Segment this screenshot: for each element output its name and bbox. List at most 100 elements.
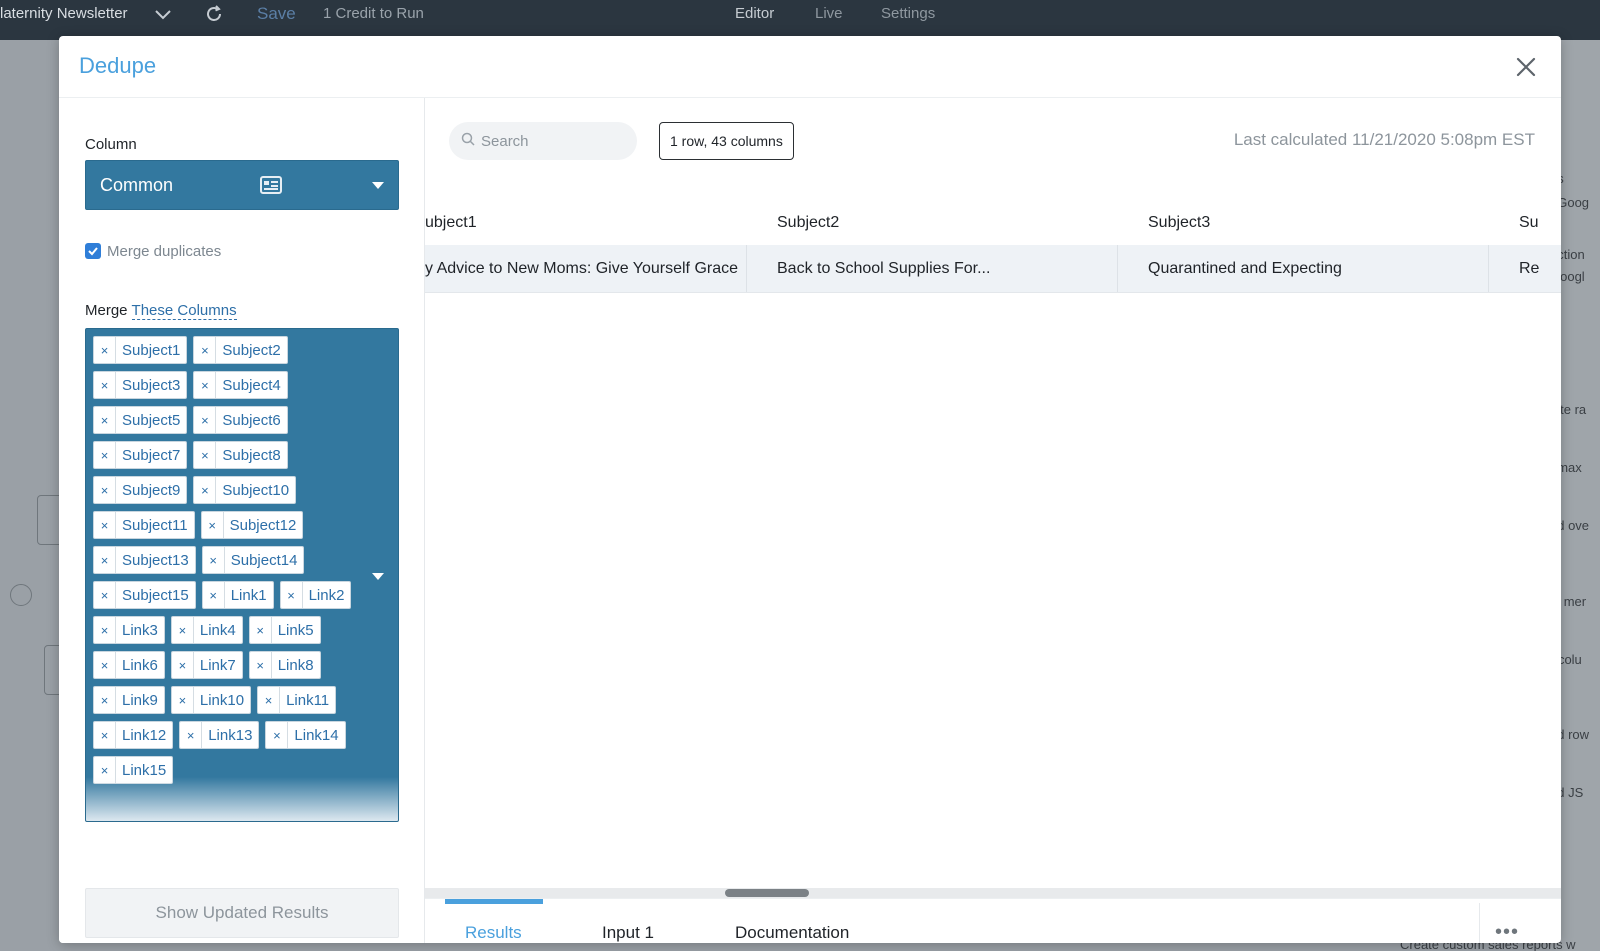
table-row[interactable]: y Advice to New Moms: Give Yourself Grac… <box>425 245 1561 293</box>
remove-tag-icon[interactable]: × <box>194 337 217 363</box>
column-header[interactable]: Su <box>1519 201 1561 245</box>
tag-label: Link8 <box>277 656 314 674</box>
remove-tag-icon[interactable]: × <box>258 687 281 713</box>
chevron-down-icon[interactable] <box>372 573 384 580</box>
save-button[interactable]: Save <box>257 0 296 28</box>
remove-tag-icon[interactable]: × <box>172 687 194 713</box>
column-tag: × Subject13 <box>93 546 196 574</box>
tag-label: Subject15 <box>122 586 189 604</box>
tag-label: Subject9 <box>122 481 181 499</box>
tag-label: Link3 <box>122 621 158 639</box>
these-columns-link[interactable]: These Columns <box>131 302 237 320</box>
column-header[interactable]: ubject1 <box>425 201 745 245</box>
column-tag: × Subject10 <box>193 476 297 504</box>
remove-tag-icon[interactable]: × <box>194 407 217 433</box>
remove-tag-icon[interactable]: × <box>281 582 303 608</box>
tag-label: Link6 <box>122 656 158 674</box>
active-tab-indicator <box>445 899 543 904</box>
tag-label: Subject2 <box>222 341 281 359</box>
refresh-icon[interactable] <box>204 4 224 34</box>
remove-tag-icon[interactable]: × <box>172 617 194 643</box>
tag-label: Link15 <box>122 761 167 779</box>
tag-label: Link13 <box>208 726 253 744</box>
column-tag: × Link11 <box>257 686 337 714</box>
chevron-down-icon[interactable] <box>153 4 173 34</box>
remove-tag-icon[interactable]: × <box>94 617 116 643</box>
remove-tag-icon[interactable]: × <box>94 547 116 573</box>
remove-tag-icon[interactable]: × <box>94 687 116 713</box>
remove-tag-icon[interactable]: × <box>266 722 289 748</box>
tab-settings[interactable]: Settings <box>881 0 935 28</box>
show-updated-results-button[interactable]: Show Updated Results <box>85 888 399 938</box>
remove-tag-icon[interactable]: × <box>94 337 116 363</box>
column-tag: × Link8 <box>248 651 321 679</box>
remove-tag-icon[interactable]: × <box>202 512 224 538</box>
results-panel: 1 row, 43 columns Last calculated 11/21/… <box>425 98 1561 943</box>
remove-tag-icon[interactable]: × <box>250 652 272 678</box>
column-header[interactable]: Subject3 <box>1148 201 1488 245</box>
column-tag: × Subject14 <box>201 546 305 574</box>
remove-tag-icon[interactable]: × <box>94 512 116 538</box>
tab-documentation[interactable]: Documentation <box>735 923 849 943</box>
merge-duplicates-checkbox[interactable] <box>85 243 101 259</box>
remove-tag-icon[interactable]: × <box>203 547 225 573</box>
remove-tag-icon[interactable]: × <box>94 477 116 503</box>
column-tag: × Link9 <box>93 686 165 714</box>
tag-label: Subject8 <box>222 446 281 464</box>
horizontal-scrollbar[interactable] <box>425 888 1561 898</box>
table-cell: Quarantined and Expecting <box>1118 245 1489 292</box>
modal-title: Dedupe <box>79 53 157 78</box>
column-tag: × Subject9 <box>93 476 188 504</box>
tag-label: Subject6 <box>222 411 281 429</box>
column-tag: × Subject3 <box>93 371 188 399</box>
column-tag: × Subject15 <box>93 581 196 609</box>
table-cell: y Advice to New Moms: Give Yourself Grac… <box>425 245 747 292</box>
results-tabs: Results Input 1 Documentation ••• <box>425 898 1561 943</box>
dedupe-modal: Dedupe Column Common Merge duplicates Me… <box>59 36 1561 943</box>
column-tag: × Link2 <box>279 581 352 609</box>
workflow-title[interactable]: laternity Newsletter <box>0 0 128 28</box>
tag-label: Subject13 <box>122 551 189 569</box>
id-card-icon <box>260 175 282 200</box>
tab-input-1[interactable]: Input 1 <box>602 923 654 943</box>
remove-tag-icon[interactable]: × <box>180 722 203 748</box>
remove-tag-icon[interactable]: × <box>94 442 116 468</box>
tag-label: Link4 <box>199 621 236 639</box>
tab-results[interactable]: Results <box>465 923 522 943</box>
remove-tag-icon[interactable]: × <box>94 722 116 748</box>
remove-tag-icon[interactable]: × <box>94 582 116 608</box>
remove-tag-icon[interactable]: × <box>194 442 217 468</box>
remove-tag-icon[interactable]: × <box>94 757 116 783</box>
tag-label: Link10 <box>199 691 245 709</box>
chevron-down-icon <box>372 182 384 189</box>
column-select[interactable]: Common <box>85 160 399 210</box>
more-options-button[interactable]: ••• <box>1495 921 1519 943</box>
tab-live[interactable]: Live <box>815 0 843 28</box>
remove-tag-icon[interactable]: × <box>250 617 272 643</box>
search-input[interactable] <box>481 132 621 150</box>
merge-columns-multiselect[interactable]: × Subject1 × Subject2 × Subject3 × Subject4 × Sub… <box>85 328 399 822</box>
remove-tag-icon[interactable]: × <box>194 372 217 398</box>
remove-tag-icon[interactable]: × <box>194 477 217 503</box>
column-tag: × Link7 <box>170 651 243 679</box>
search-icon <box>461 132 475 151</box>
tab-editor[interactable]: Editor <box>735 0 774 28</box>
merge-duplicates-option[interactable]: Merge duplicates <box>85 242 221 260</box>
tag-label: Link7 <box>199 656 236 674</box>
remove-tag-icon[interactable]: × <box>94 372 116 398</box>
column-tag: × Link1 <box>201 581 274 609</box>
tag-label: Subject12 <box>229 516 297 534</box>
remove-tag-icon[interactable]: × <box>94 652 116 678</box>
remove-tag-icon[interactable]: × <box>172 652 194 678</box>
scrollbar-thumb[interactable] <box>725 889 809 897</box>
column-tag: × Link3 <box>93 616 165 644</box>
remove-tag-icon[interactable]: × <box>203 582 225 608</box>
last-calculated-text: Last calculated 11/21/2020 5:08pm EST <box>1233 130 1535 149</box>
search-box[interactable] <box>449 122 637 160</box>
column-tag: × Subject11 <box>93 511 195 539</box>
close-icon[interactable] <box>1511 52 1541 82</box>
column-header[interactable]: Subject2 <box>777 201 1117 245</box>
column-tag: × Subject5 <box>93 406 188 434</box>
remove-tag-icon[interactable]: × <box>94 407 116 433</box>
table-cell: Back to School Supplies For... <box>747 245 1118 292</box>
